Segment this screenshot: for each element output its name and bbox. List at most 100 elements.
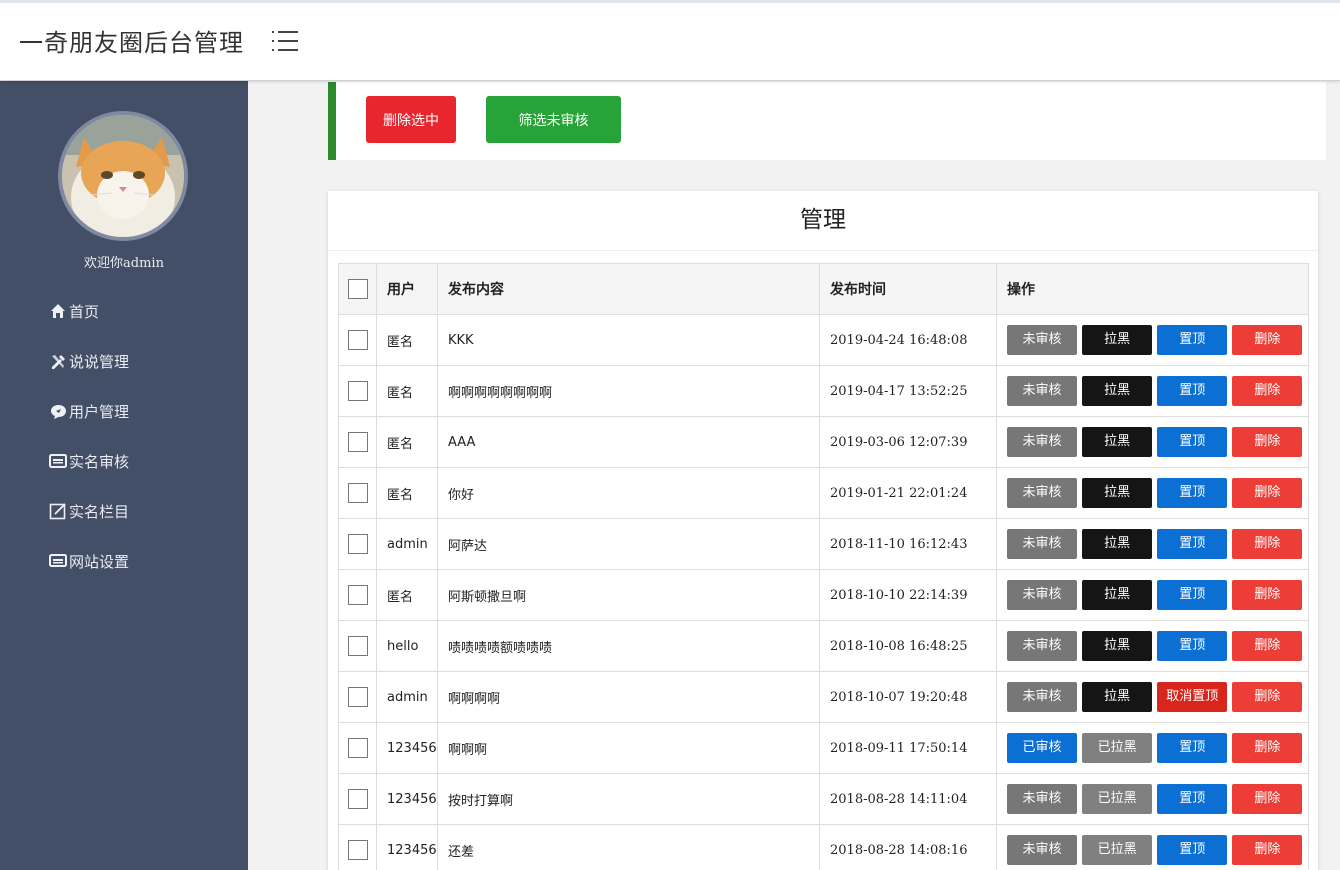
pin-button[interactable]: 置顶 (1157, 631, 1228, 661)
review-button[interactable]: 未审核 (1007, 376, 1077, 406)
row-select-cell (338, 314, 377, 366)
delete-button[interactable]: 删除 (1232, 478, 1303, 508)
pin-button[interactable]: 置顶 (1157, 580, 1228, 610)
management-panel: 管理 用户 发布内容 发布时间 操作 匿名 KKK 2019-04-24 16:48… (328, 191, 1318, 870)
sidebar-item-users[interactable]: 用户管理 (0, 386, 248, 436)
pin-button[interactable]: 置顶 (1157, 427, 1228, 457)
delete-button[interactable]: 删除 (1232, 376, 1303, 406)
row-checkbox[interactable] (347, 738, 368, 758)
pin-button[interactable]: 置顶 (1157, 376, 1228, 406)
row-user: 匿名 (376, 467, 438, 519)
review-button[interactable]: 未审核 (1007, 325, 1077, 355)
chat-bubble-icon (48, 401, 68, 421)
row-actions: 未审核 拉黑 置顶 删除 (996, 620, 1309, 672)
row-user: 匿名 (376, 314, 438, 366)
block-button[interactable]: 已拉黑 (1082, 784, 1153, 814)
row-checkbox[interactable] (347, 636, 368, 656)
block-button[interactable]: 拉黑 (1082, 427, 1153, 457)
review-button[interactable]: 未审核 (1007, 580, 1077, 610)
review-button[interactable]: 未审核 (1007, 478, 1077, 508)
row-time: 2019-04-17 13:52:25 (819, 365, 997, 417)
table-row: 123456 按时打算啊 2018-08-28 14:11:04 未审核 已拉黑 置顶… (338, 773, 1309, 825)
row-checkbox[interactable] (347, 585, 368, 605)
select-all-checkbox[interactable] (347, 279, 368, 299)
pin-button[interactable]: 置顶 (1157, 835, 1228, 865)
review-button[interactable]: 未审核 (1007, 427, 1077, 457)
block-button[interactable]: 已拉黑 (1082, 835, 1153, 865)
block-button[interactable]: 拉黑 (1082, 580, 1153, 610)
pin-button[interactable]: 置顶 (1157, 784, 1228, 814)
delete-button[interactable]: 删除 (1232, 682, 1303, 712)
pin-button[interactable]: 置顶 (1157, 478, 1228, 508)
row-actions: 已审核 已拉黑 置顶 删除 (996, 722, 1309, 774)
sidebar-item-label: 实名审核 (69, 452, 130, 471)
delete-button[interactable]: 删除 (1232, 325, 1303, 355)
delete-button[interactable]: 删除 (1232, 427, 1303, 457)
review-button[interactable]: 未审核 (1007, 784, 1077, 814)
block-button[interactable]: 已拉黑 (1082, 733, 1153, 763)
block-button[interactable]: 拉黑 (1082, 631, 1153, 661)
review-button[interactable]: 未审核 (1007, 631, 1077, 661)
pin-button[interactable]: 置顶 (1157, 733, 1228, 763)
delete-button[interactable]: 删除 (1232, 631, 1303, 661)
review-button[interactable]: 未审核 (1007, 529, 1077, 559)
row-user: admin (376, 518, 438, 570)
delete-button[interactable]: 删除 (1232, 784, 1303, 814)
sidebar-item-realname-column[interactable]: 实名栏目 (0, 486, 248, 536)
pin-button[interactable]: 置顶 (1157, 529, 1228, 559)
table-row: admin 阿萨达 2018-11-10 16:12:43 未审核 拉黑 置顶 删除 (338, 518, 1309, 570)
block-button[interactable]: 拉黑 (1082, 529, 1153, 559)
row-time: 2018-10-08 16:48:25 (819, 620, 997, 672)
review-button[interactable]: 未审核 (1007, 835, 1077, 865)
review-button[interactable]: 未审核 (1007, 682, 1077, 712)
row-content: 啊啊啊啊 (437, 671, 820, 723)
delete-button[interactable]: 删除 (1232, 835, 1303, 865)
table-row: 123456 还差 2018-08-28 14:08:16 未审核 已拉黑 置顶 删除 (338, 824, 1309, 870)
review-button[interactable]: 已审核 (1007, 733, 1077, 763)
sidebar-nav: 首页 说说管理 用户管理 实名审核 实名栏目 网站设置 (0, 286, 248, 586)
posts-table: 用户 发布内容 发布时间 操作 匿名 KKK 2019-04-24 16:48:08… (338, 263, 1309, 870)
sidebar-item-label: 实名栏目 (69, 502, 130, 521)
sidebar-item-realname-review[interactable]: 实名审核 (0, 436, 248, 486)
pin-button[interactable]: 取消置顶 (1157, 682, 1228, 712)
row-checkbox[interactable] (347, 330, 368, 350)
welcome-text: 欢迎你admin (84, 256, 164, 271)
sidebar-item-posts[interactable]: 说说管理 (0, 336, 248, 386)
row-checkbox[interactable] (347, 483, 368, 503)
row-actions: 未审核 拉黑 置顶 删除 (996, 467, 1309, 519)
row-content: 还差 (437, 824, 820, 870)
column-header-user: 用户 (376, 263, 438, 315)
row-actions: 未审核 拉黑 取消置顶 删除 (996, 671, 1309, 723)
block-button[interactable]: 拉黑 (1082, 376, 1153, 406)
pin-button[interactable]: 置顶 (1157, 325, 1228, 355)
row-checkbox[interactable] (347, 534, 368, 554)
row-checkbox[interactable] (347, 789, 368, 809)
filter-unreviewed-button[interactable]: 筛选未审核 (486, 96, 621, 143)
sidebar-item-home[interactable]: 首页 (0, 286, 248, 336)
menu-toggle-icon[interactable] (270, 27, 300, 55)
pencil-square-icon (48, 501, 68, 521)
sidebar-item-label: 网站设置 (69, 552, 130, 571)
block-button[interactable]: 拉黑 (1082, 325, 1153, 355)
row-checkbox[interactable] (347, 687, 368, 707)
row-select-cell (338, 620, 377, 672)
block-button[interactable]: 拉黑 (1082, 478, 1153, 508)
column-header-time: 发布时间 (819, 263, 997, 315)
delete-selected-button[interactable]: 删除选中 (366, 96, 456, 143)
block-button[interactable]: 拉黑 (1082, 682, 1153, 712)
table-row: 匿名 啊啊啊啊啊啊啊啊 2019-04-17 13:52:25 未审核 拉黑 置顶 删… (338, 365, 1309, 417)
delete-button[interactable]: 删除 (1232, 580, 1303, 610)
row-checkbox[interactable] (347, 432, 368, 452)
sidebar-item-site-settings[interactable]: 网站设置 (0, 536, 248, 586)
sidebar-item-label: 说说管理 (69, 352, 130, 371)
delete-button[interactable]: 删除 (1232, 733, 1303, 763)
row-content: 按时打算啊 (437, 773, 820, 825)
row-content: KKK (437, 314, 820, 366)
delete-button[interactable]: 删除 (1232, 529, 1303, 559)
home-icon (48, 301, 68, 321)
row-actions: 未审核 拉黑 置顶 删除 (996, 416, 1309, 468)
row-select-cell (338, 824, 377, 870)
id-card-icon (48, 451, 68, 471)
row-checkbox[interactable] (347, 840, 368, 860)
row-checkbox[interactable] (347, 381, 368, 401)
